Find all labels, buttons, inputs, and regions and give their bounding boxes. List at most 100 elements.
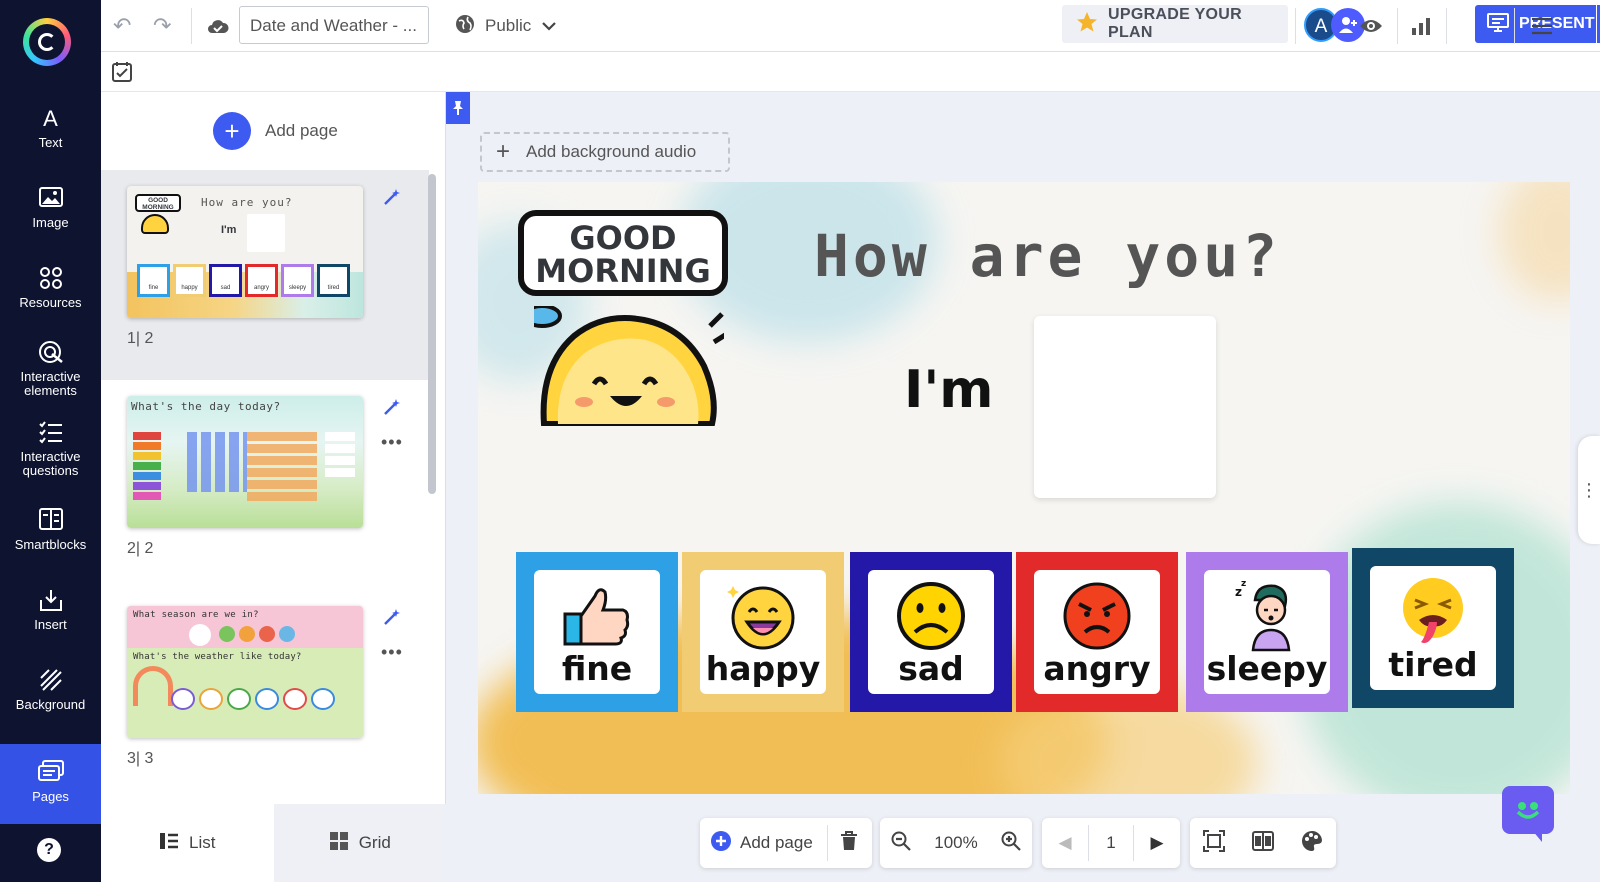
project-title-field[interactable]: Date and Weather - ... xyxy=(239,6,429,44)
emotion-card-angry[interactable]: angry xyxy=(1016,552,1178,712)
page-preview[interactable]: What season are we in? What's the weathe… xyxy=(127,606,363,738)
thumb-good-morning: GOOD MORNING xyxy=(135,194,181,212)
page-thumbnail-1[interactable]: GOOD MORNING How are you? I'm fine happy … xyxy=(101,170,429,380)
grid-view-button[interactable]: Grid xyxy=(273,804,446,882)
zoom-level[interactable]: 100% xyxy=(934,833,977,853)
image-icon xyxy=(0,186,101,212)
angry-face-icon xyxy=(1063,582,1131,650)
page-preview[interactable]: What's the day today? xyxy=(127,396,363,528)
zoom-out-icon[interactable] xyxy=(891,831,912,856)
redo-icon[interactable]: ↷ xyxy=(153,0,171,52)
page-thumbnail-2[interactable]: What's the day today? ••• 2| 2 xyxy=(101,380,429,590)
star-icon xyxy=(1076,11,1098,38)
thumb-subtitle: I'm xyxy=(221,224,237,236)
grid-label: Grid xyxy=(358,833,391,852)
magic-wand-icon[interactable] xyxy=(383,398,401,421)
magic-wand-icon[interactable] xyxy=(383,188,401,211)
sidebar-item-label: Insert xyxy=(34,617,67,632)
good-morning-line-2: MORNING xyxy=(535,252,711,290)
checklist-icon[interactable] xyxy=(111,61,133,89)
page-preview[interactable]: GOOD MORNING How are you? I'm fine happy … xyxy=(127,186,363,318)
sidebar-item-label: Image xyxy=(32,215,69,230)
analytics-icon[interactable] xyxy=(1411,0,1431,52)
slide-im-label[interactable]: I'm xyxy=(904,360,993,420)
sidebar-item-interactive-questions[interactable]: Interactive questions xyxy=(0,420,101,480)
undo-icon[interactable]: ↶ xyxy=(113,0,131,52)
emotion-card-tired[interactable]: tired xyxy=(1352,548,1514,708)
view-options xyxy=(1190,818,1336,868)
thumb-answer-box xyxy=(247,214,285,252)
card-label: sleepy xyxy=(1206,649,1328,688)
list-view-button[interactable]: List xyxy=(101,804,274,882)
current-page-number[interactable]: 1 xyxy=(1089,833,1133,853)
hamburger-menu-icon[interactable] xyxy=(1531,0,1553,52)
thumb-rainbow xyxy=(133,666,173,706)
emotion-card-sad[interactable]: sad xyxy=(850,552,1012,712)
add-page-button[interactable]: Add page xyxy=(710,830,813,857)
thumb-season-icons xyxy=(219,626,295,642)
sidebar-item-resources[interactable]: Resources xyxy=(0,266,101,314)
sleepy-person-icon: z z xyxy=(1235,580,1291,652)
sidebar-item-label: Resources xyxy=(19,295,82,310)
assistant-chat-button[interactable] xyxy=(1502,786,1554,842)
emotion-card-fine[interactable]: fine xyxy=(516,552,678,712)
background-icon xyxy=(0,668,101,694)
thumb-weather-icons xyxy=(171,688,335,710)
add-page-button[interactable]: + Add page xyxy=(213,112,338,150)
toolbar-divider xyxy=(1514,8,1515,44)
sidebar-item-pages[interactable]: Pages xyxy=(0,744,101,824)
more-options-icon[interactable]: ••• xyxy=(381,642,403,663)
emotion-card-happy[interactable]: happy xyxy=(682,552,844,712)
sidebar-item-insert[interactable]: Insert xyxy=(0,588,101,636)
fit-to-screen-icon[interactable] xyxy=(1203,829,1226,857)
visibility-dropdown[interactable]: Public xyxy=(455,0,557,52)
card-label: tired xyxy=(1388,645,1478,684)
thumbs-up-icon xyxy=(563,588,630,646)
add-background-audio-button[interactable]: + Add background audio xyxy=(480,132,730,172)
right-panel-handle[interactable]: ⋮ xyxy=(1578,436,1600,544)
sidebar-item-label: Interactive questions xyxy=(20,449,81,478)
sidebar-item-interactive-elements[interactable]: Interactive elements xyxy=(0,340,101,400)
trash-icon[interactable] xyxy=(836,830,862,856)
good-morning-sticker[interactable]: GOOD MORNING xyxy=(514,206,744,428)
slide-canvas[interactable]: GOOD MORNING How are you? I'm fine happy… xyxy=(478,182,1570,794)
toolbar-divider xyxy=(1446,8,1447,44)
panel-scrollbar[interactable] xyxy=(428,174,436,494)
page-thumbnail-3[interactable]: What season are we in? What's the weathe… xyxy=(101,590,429,800)
plus-icon: + xyxy=(213,112,251,150)
more-options-icon[interactable]: ••• xyxy=(381,432,403,453)
slide-question-title[interactable]: How are you? xyxy=(814,222,1281,290)
pin-icon[interactable] xyxy=(446,92,470,124)
help-icon[interactable]: ? xyxy=(37,838,61,862)
answer-drop-zone[interactable] xyxy=(1034,316,1216,498)
sidebar-item-background[interactable]: Background xyxy=(0,668,101,716)
previous-page-icon[interactable]: ◀ xyxy=(1042,833,1088,853)
add-page-label: Add page xyxy=(265,121,338,140)
page-navigation: ◀ 1 ▶ xyxy=(1042,818,1180,868)
interactive-elements-icon xyxy=(0,340,101,366)
thumb-subtitle: What's the weather like today? xyxy=(133,652,302,662)
happy-face-icon xyxy=(727,586,795,650)
genially-logo[interactable] xyxy=(23,18,71,66)
card-label: angry xyxy=(1043,649,1151,688)
magic-wand-icon[interactable] xyxy=(383,608,401,631)
zoom-in-icon[interactable] xyxy=(1001,831,1021,856)
text-icon: A xyxy=(43,106,58,131)
preview-eye-icon[interactable] xyxy=(1359,0,1383,52)
color-palette-icon[interactable] xyxy=(1301,830,1323,857)
card-label: fine xyxy=(561,649,633,688)
audio-label: Add background audio xyxy=(526,142,697,161)
sidebar-item-label: Text xyxy=(38,135,63,150)
next-page-icon[interactable]: ▶ xyxy=(1134,833,1180,853)
plus-icon: + xyxy=(496,138,511,165)
sidebar-item-image[interactable]: Image xyxy=(0,186,101,234)
sidebar-item-smartblocks[interactable]: Smartblocks xyxy=(0,508,101,556)
upgrade-plan-button[interactable]: UPGRADE YOUR PLAN xyxy=(1062,5,1288,43)
card-label: sad xyxy=(898,649,964,688)
svg-text:z: z xyxy=(1241,580,1246,589)
sidebar-item-text[interactable]: A Text xyxy=(0,106,101,154)
upgrade-label: UPGRADE YOUR PLAN xyxy=(1108,6,1242,41)
presentation-icon xyxy=(1487,12,1509,37)
split-view-icon[interactable] xyxy=(1251,830,1274,856)
emotion-card-sleepy[interactable]: z z sleepy xyxy=(1186,552,1348,712)
